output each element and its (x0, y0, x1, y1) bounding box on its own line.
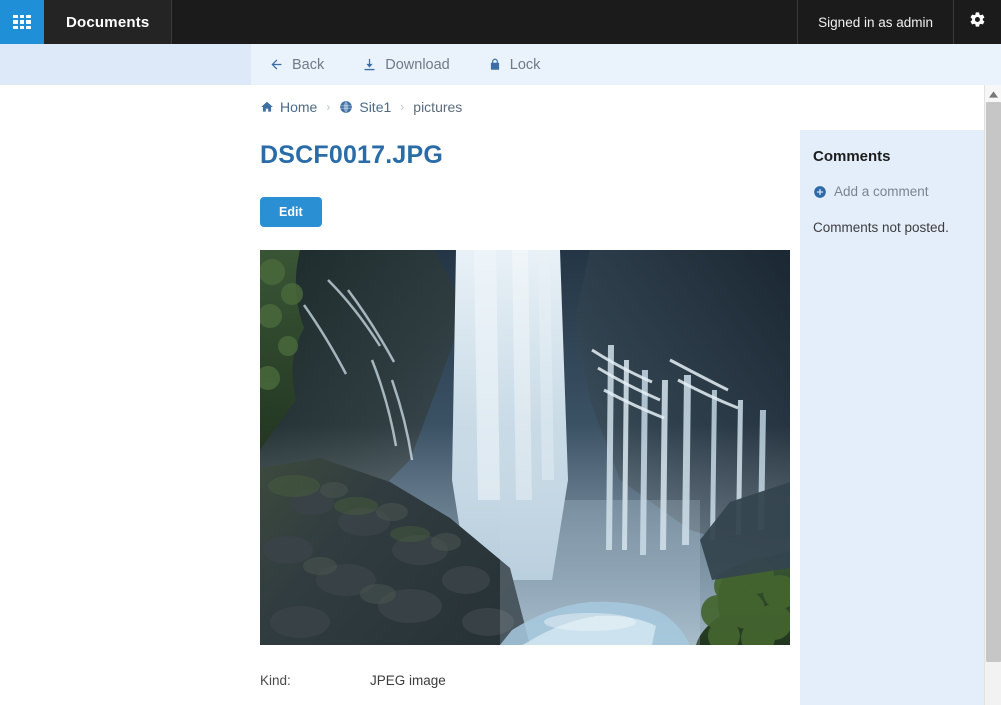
metadata-label-kind: Kind: (260, 673, 291, 688)
settings-button[interactable] (953, 0, 1001, 44)
comments-heading: Comments (813, 148, 891, 165)
signed-in-label: Signed in as admin (818, 14, 933, 30)
download-button[interactable]: Download (358, 54, 454, 76)
action-toolbar: Back Download Lock (0, 44, 1001, 85)
breadcrumb-item-pictures: pictures (413, 99, 462, 115)
download-label: Download (385, 56, 450, 73)
breadcrumb-separator: › (400, 100, 405, 114)
breadcrumb-pictures-label: pictures (413, 99, 463, 115)
breadcrumb-item-site1[interactable]: Site1 (339, 99, 391, 115)
breadcrumb-item-home[interactable]: Home (260, 99, 317, 115)
home-icon (260, 100, 274, 114)
comments-panel: Comments Add a comment Comments not post… (800, 130, 985, 705)
download-icon (362, 57, 377, 72)
left-rail (0, 85, 251, 705)
document-content: Home › Site1 › pictures DSCF0017.JPG Edi… (251, 85, 800, 705)
document-preview-image[interactable] (260, 250, 790, 645)
main-area: Home › Site1 › pictures DSCF0017.JPG Edi… (0, 85, 1001, 705)
back-button[interactable]: Back (265, 54, 328, 76)
add-comment-link[interactable]: Add a comment (813, 184, 969, 199)
globe-icon (339, 100, 353, 114)
scroll-up-button[interactable] (985, 85, 1001, 102)
breadcrumb-separator: › (326, 100, 331, 114)
toolbar-actions: Back Download Lock (251, 44, 1001, 85)
vertical-scrollbar[interactable] (984, 85, 1001, 705)
breadcrumb-site1-label: Site1 (359, 99, 392, 115)
caret-up-icon (989, 85, 998, 103)
breadcrumb: Home › Site1 › pictures (260, 99, 800, 115)
tab-documents[interactable]: Documents (44, 0, 173, 44)
lock-icon (488, 57, 502, 72)
back-label: Back (292, 56, 325, 73)
arrow-left-icon (269, 57, 284, 72)
metadata-value-kind: JPEG image (370, 673, 446, 688)
lock-button[interactable]: Lock (484, 54, 545, 76)
plus-circle-icon (813, 185, 827, 199)
top-navigation-bar: Documents Signed in as admin (0, 0, 1001, 44)
scrollbar-thumb[interactable] (986, 102, 1001, 662)
gear-icon (969, 11, 986, 33)
waterfall-photo (260, 250, 790, 645)
apps-grid-button[interactable] (0, 0, 44, 44)
app-tab-label: Documents (66, 13, 150, 31)
grid-apps-icon (13, 15, 31, 29)
signed-in-status[interactable]: Signed in as admin (797, 0, 953, 44)
edit-button[interactable]: Edit (260, 197, 322, 227)
metadata-row: Kind: JPEG image (260, 673, 800, 688)
breadcrumb-home-label: Home (280, 99, 318, 115)
page-title: DSCF0017.JPG (260, 141, 444, 169)
lock-label: Lock (509, 56, 541, 73)
toolbar-left-spacer (0, 44, 251, 85)
comments-empty-text: Comments not posted. (813, 220, 949, 235)
add-comment-label: Add a comment (834, 184, 929, 199)
